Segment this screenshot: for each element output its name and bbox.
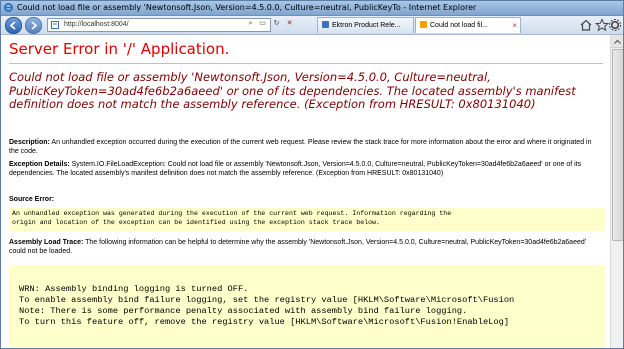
page-icon: [51, 21, 59, 29]
window-title: Could not load file or assembly 'Newtons…: [17, 3, 477, 12]
chevron-up-icon: [614, 39, 621, 44]
assembly-load-trace-box: WRN: Assembly binding logging is turned …: [9, 265, 605, 348]
navigation-bar: http://localhost:8004/ ⌕ ▭ ↻ ✕ Ektron Pr…: [1, 16, 623, 35]
scroll-up-button[interactable]: [611, 35, 623, 48]
description-section: Description: An unhandled exception occu…: [9, 139, 599, 156]
tab-could-not-load[interactable]: Could not load fil... ×: [415, 17, 521, 33]
source-error-line: An unhandled exception was generated dur…: [12, 210, 452, 217]
settings-gear-icon[interactable]: [608, 18, 622, 32]
tab-ektron-product-release[interactable]: Ektron Product Rele...: [317, 17, 414, 33]
stop-icon[interactable]: ✕: [284, 18, 295, 30]
back-button[interactable]: [5, 17, 22, 34]
address-url: http://localhost:8004/: [64, 21, 129, 28]
home-icon[interactable]: [579, 18, 593, 32]
trace-line: To enable assembly bind failure logging,…: [19, 295, 515, 305]
search-icon[interactable]: ⌕: [245, 18, 256, 30]
exception-details-label: Exception Details:: [9, 161, 70, 168]
page-title: Server Error in '/' Application.: [9, 40, 230, 58]
trace-line: Note: There is some performance penalty …: [19, 306, 468, 316]
description-text: An unhandled exception occurred during t…: [9, 139, 592, 155]
close-tab-icon[interactable]: ×: [512, 18, 517, 33]
compatibility-icon[interactable]: ▭: [257, 18, 268, 30]
vertical-scrollbar[interactable]: [610, 35, 623, 348]
tab-label: Could not load fil...: [430, 22, 488, 29]
forward-arrow-icon: [31, 21, 38, 30]
title-bar: Could not load file or assembly 'Newtons…: [1, 1, 623, 16]
exception-details-text: System.IO.FileLoadException: Could not l…: [9, 161, 582, 177]
address-bar[interactable]: http://localhost:8004/: [47, 18, 271, 32]
source-error-box: An unhandled exception was generated dur…: [9, 208, 605, 231]
assembly-load-trace-section: Assembly Load Trace: The following infor…: [9, 239, 599, 256]
trace-line: To turn this feature off, remove the reg…: [19, 317, 510, 327]
title-divider: [9, 63, 603, 64]
tab-label: Ektron Product Rele...: [332, 22, 401, 29]
browser-window: Could not load file or assembly 'Newtons…: [0, 0, 624, 349]
forward-button[interactable]: [25, 17, 42, 34]
description-label: Description:: [9, 139, 50, 146]
favorites-icon[interactable]: [595, 18, 609, 32]
assembly-load-trace-label: Assembly Load Trace:: [9, 239, 84, 246]
trace-line: WRN: Assembly binding logging is turned …: [19, 284, 249, 294]
refresh-icon[interactable]: ↻: [271, 18, 282, 30]
back-arrow-icon: [9, 21, 16, 30]
page-content: Server Error in '/' Application. Could n…: [1, 35, 610, 348]
error-message: Could not load file or assembly 'Newtons…: [9, 70, 576, 111]
assembly-load-trace-text: The following information can be helpful…: [9, 239, 587, 255]
error-page-icon: [420, 21, 427, 28]
source-error-label: Source Error:: [9, 196, 55, 203]
source-error-line: origin and location of the exception can…: [12, 218, 380, 226]
ektron-icon: [322, 21, 329, 28]
scroll-thumb[interactable]: [612, 49, 623, 241]
exception-details-section: Exception Details: System.IO.FileLoadExc…: [9, 161, 599, 178]
internet-explorer-icon: [4, 3, 13, 12]
